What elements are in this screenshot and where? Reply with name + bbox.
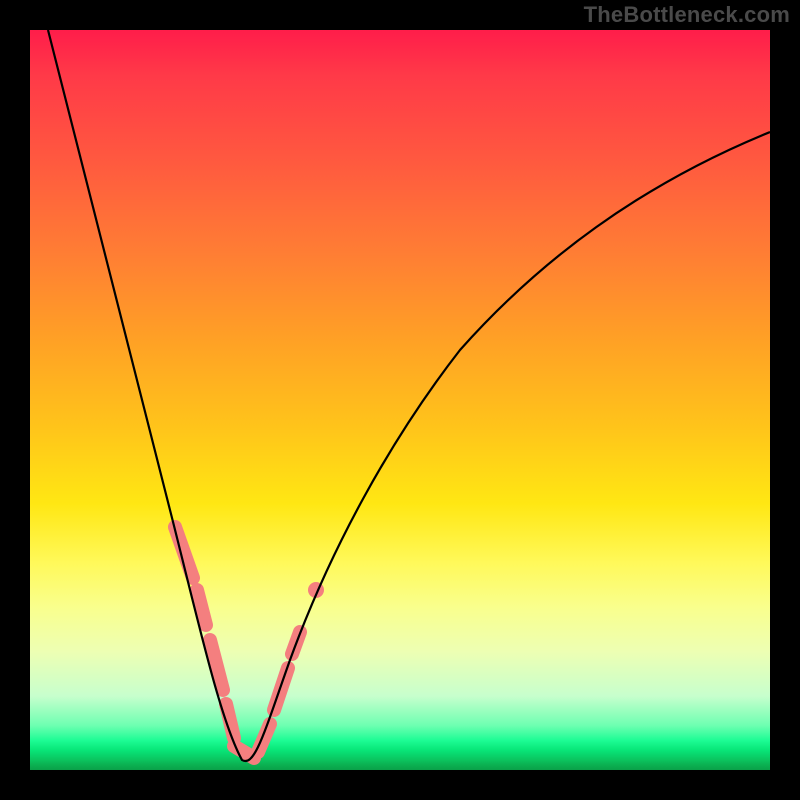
curve-svg [30, 30, 770, 770]
bottleneck-curve-path [48, 30, 770, 761]
marker-layer [175, 527, 324, 758]
chart-frame: TheBottleneck.com [0, 0, 800, 800]
marker-seg-l3 [210, 640, 223, 690]
watermark-text: TheBottleneck.com [584, 2, 790, 28]
plot-area [30, 30, 770, 770]
marker-seg-r1 [258, 724, 270, 752]
